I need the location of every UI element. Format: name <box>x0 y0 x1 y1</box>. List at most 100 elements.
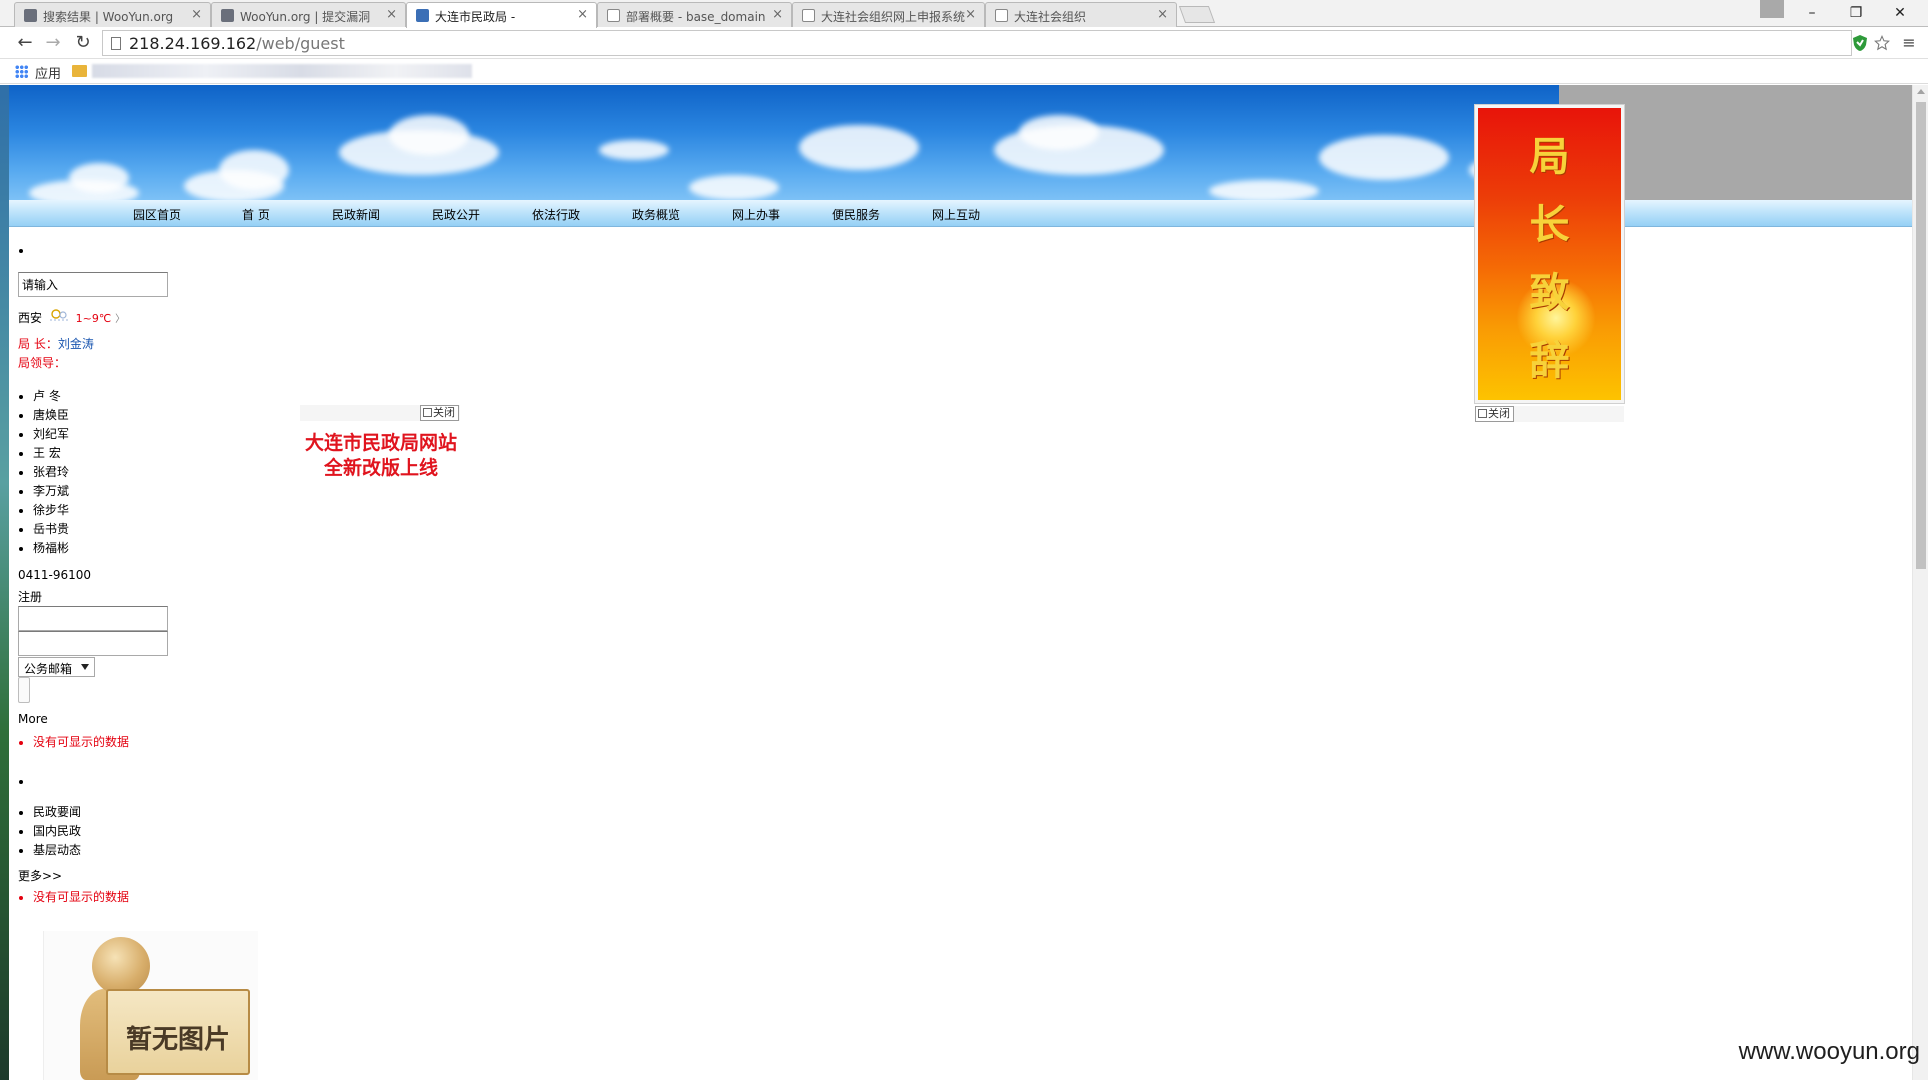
new-tab-button[interactable] <box>1178 6 1216 23</box>
menu-icon[interactable]: ≡ <box>1898 32 1920 54</box>
close-icon[interactable]: × <box>386 7 397 22</box>
document-icon <box>802 9 815 22</box>
empty-list-2 <box>9 772 37 791</box>
close-icon[interactable]: × <box>577 7 588 22</box>
reload-icon[interactable]: ↻ <box>72 32 94 54</box>
apps-bookmark[interactable]: 应用 <box>35 63 61 82</box>
address-bar[interactable]: 218.24.169.162/web/guest <box>102 30 1852 56</box>
nav-item-overview[interactable]: 政务概览 <box>632 206 680 223</box>
director-panel-char: 致 <box>1529 269 1570 316</box>
more-link[interactable]: More <box>18 712 48 726</box>
browser-tab-active[interactable]: 大连市民政局 - × <box>406 2 597 28</box>
tab-civil-news[interactable]: 民政要闻 <box>33 803 81 822</box>
search-input[interactable] <box>18 272 168 297</box>
page-scrollbar[interactable] <box>1912 85 1928 1080</box>
director-panel-char: 辞 <box>1529 337 1570 384</box>
close-icon[interactable]: × <box>191 7 202 22</box>
leader-item[interactable]: 刘纪军 <box>33 425 69 444</box>
nav-item-interaction[interactable]: 网上互动 <box>932 206 980 223</box>
director-speech-panel[interactable]: 局 长 致 辞 <box>1475 105 1624 403</box>
document-icon <box>995 9 1008 22</box>
float-ad-line2: 全新改版上线 <box>323 457 438 479</box>
folder-icon[interactable] <box>72 65 87 77</box>
scroll-up-arrow-icon[interactable] <box>1917 89 1925 94</box>
weather-widget: 西安 1~9℃ 〉 <box>18 308 125 326</box>
leader-item[interactable]: 唐焕臣 <box>33 406 69 425</box>
scrollbar-thumb[interactable] <box>1916 102 1926 569</box>
float-ad-close-button[interactable]: 关闭 <box>420 405 459 421</box>
tab-grassroots[interactable]: 基层动态 <box>33 841 81 860</box>
leader-item[interactable]: 张君玲 <box>33 463 69 482</box>
window-close-button[interactable]: ✕ <box>1878 0 1922 26</box>
leader-item[interactable]: 岳书贵 <box>33 520 69 539</box>
leaders-label: 局领导： <box>18 356 67 370</box>
weather-temp: 1~9℃ <box>75 312 112 325</box>
nav-item-disclosure[interactable]: 民政公开 <box>432 206 480 223</box>
director-panel-char: 长 <box>1529 201 1570 248</box>
page-viewport: 园区首页 首 页 民政新闻 民政公开 依法行政 政务概览 网上办事 便民服务 网… <box>9 85 1912 1080</box>
nav-item-online-service[interactable]: 网上办事 <box>732 206 780 223</box>
apps-grid-icon[interactable] <box>15 65 28 78</box>
nav-item-law[interactable]: 依法行政 <box>532 206 580 223</box>
tab-title: 大连社会组织网上申报系统 <box>821 10 966 24</box>
close-icon[interactable]: × <box>1157 7 1168 22</box>
close-icon[interactable]: × <box>772 7 783 22</box>
weather-sun-icon <box>49 309 68 321</box>
leader-item[interactable]: 杨福彬 <box>33 539 69 558</box>
director-label: 局 长： <box>18 337 58 351</box>
no-data-list-2: 没有可显示的数据 <box>9 888 129 907</box>
float-ad-banner[interactable]: 大连市民政局网站 全新改版上线 <box>291 431 471 481</box>
news-tabs: 民政要闻 国内民政 基层动态 <box>9 803 81 860</box>
director-line: 局 长：刘金涛 <box>18 335 94 352</box>
close-icon[interactable]: × <box>965 7 976 22</box>
password-input[interactable] <box>18 631 168 656</box>
tab-domestic-civil[interactable]: 国内民政 <box>33 822 81 841</box>
back-arrow-icon[interactable]: ← <box>14 32 36 54</box>
leader-item[interactable]: 徐步华 <box>33 501 69 520</box>
mailbox-select[interactable]: 公务邮箱 <box>18 657 95 677</box>
float-ad-line1: 大连市民政局网站 <box>304 432 457 454</box>
leader-item[interactable]: 卢 冬 <box>33 387 69 406</box>
browser-tab[interactable]: 搜索结果 | WooYun.org × <box>14 2 211 27</box>
leader-item[interactable]: 李万斌 <box>33 482 69 501</box>
site-favicon-icon <box>416 9 429 22</box>
dropdown-caret-icon <box>81 664 89 670</box>
desktop-edge <box>0 85 9 1080</box>
page-icon <box>111 37 121 50</box>
url-path: /web/guest <box>256 34 345 53</box>
browser-tab[interactable]: 大连社会组织网上申报系统 × <box>792 2 985 27</box>
weather-arrow[interactable]: 〉 <box>115 314 125 325</box>
leader-item[interactable]: 王 宏 <box>33 444 69 463</box>
shield-extension-icon[interactable] <box>1852 34 1868 52</box>
url-text[interactable]: 218.24.169.162/web/guest <box>129 34 345 53</box>
browser-toolbar: ← → ↻ 218.24.169.162/web/guest ≡ <box>0 27 1928 59</box>
username-input[interactable] <box>18 606 168 631</box>
star-bookmark-icon[interactable] <box>1874 34 1890 52</box>
close-box-icon <box>423 408 432 417</box>
no-data-item: 没有可显示的数据 <box>33 888 129 907</box>
more-news-link[interactable]: 更多>> <box>18 867 62 884</box>
browser-tab[interactable]: 大连社会组织 × <box>985 2 1177 27</box>
director-name-link[interactable]: 刘金涛 <box>58 337 94 351</box>
browser-tab[interactable]: WooYun.org | 提交漏洞 × <box>211 2 406 27</box>
float-ad-close-bar: 关闭 <box>300 405 460 421</box>
weather-city: 西安 <box>18 311 43 325</box>
url-host: 218.24.169.162 <box>129 34 257 53</box>
director-panel-close-button[interactable]: 关闭 <box>1475 406 1514 422</box>
close-label: 关闭 <box>433 406 455 419</box>
figure-head <box>92 937 150 995</box>
minimize-button[interactable]: – <box>1790 0 1834 26</box>
profile-icon[interactable] <box>1760 0 1784 18</box>
browser-tab[interactable]: 部署概要 - base_domain × <box>597 2 792 27</box>
director-panel-char: 局 <box>1529 133 1570 180</box>
nav-item-news[interactable]: 民政新闻 <box>332 206 380 223</box>
restore-button[interactable]: ❐ <box>1834 0 1878 26</box>
nav-item-park-home[interactable]: 园区首页 <box>133 206 181 223</box>
browser-tab-strip: 搜索结果 | WooYun.org × WooYun.org | 提交漏洞 × … <box>0 0 1928 28</box>
register-link[interactable]: 注册 <box>18 588 42 605</box>
login-button[interactable] <box>18 677 30 703</box>
nav-item-home[interactable]: 首 页 <box>242 206 270 223</box>
document-icon <box>607 9 620 22</box>
nav-item-convenience[interactable]: 便民服务 <box>832 206 880 223</box>
forward-arrow-icon[interactable]: → <box>42 32 64 54</box>
